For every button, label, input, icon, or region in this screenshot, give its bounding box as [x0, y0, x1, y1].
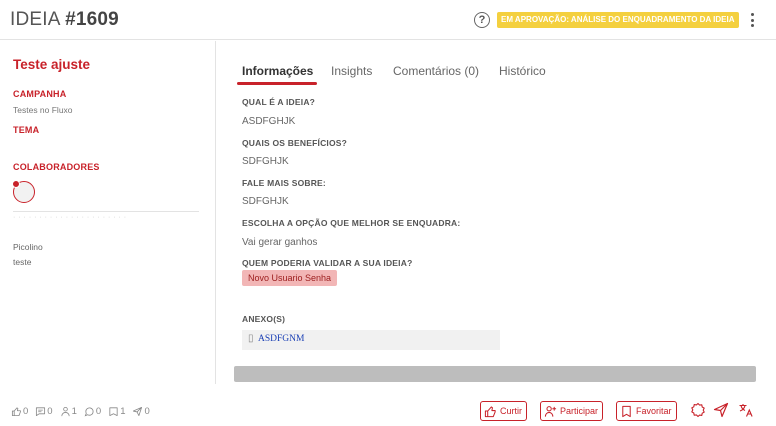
status-badge: EM APROVAÇÃO: ANÁLISE DO ENQUADRAMENTO D… [497, 12, 739, 28]
add-user-icon [544, 405, 557, 417]
favorites-stat: 1 [108, 406, 125, 417]
comment-icon [36, 406, 46, 416]
thumbs-up-icon [484, 405, 496, 417]
insight-icon [84, 406, 94, 416]
file-icon: ▯ [248, 333, 254, 344]
participants-count: 1 [71, 405, 77, 417]
faint-collaborator-text: · · · · · · · · · · · · · · · · · · · · … [13, 214, 127, 221]
like-button[interactable]: Curtir [480, 401, 527, 421]
favorite-button[interactable]: Favoritar [616, 401, 677, 421]
send-icon[interactable] [713, 402, 729, 418]
question-label: FALE MAIS SOBRE: [242, 178, 326, 188]
answer-value: SDFGHJK [242, 156, 289, 167]
help-icon[interactable]: ? [474, 12, 490, 28]
idea-sidebar: Teste ajuste CAMPANHA Testes no Fluxo TE… [0, 41, 216, 384]
attachment-item[interactable]: ▯ ASDFGNM [242, 330, 500, 350]
attachments-label: ANEXO(S) [242, 314, 286, 324]
insights-stat: 0 [84, 406, 101, 417]
question-label: QUAL É A IDEIA? [242, 97, 316, 107]
author-subtitle: teste [13, 257, 32, 267]
collaborator-avatar[interactable] [12, 180, 35, 203]
participants-stat: 1 [60, 406, 77, 417]
campaign-label: CAMPANHA [13, 89, 67, 99]
like-button-label: Curtir [500, 406, 522, 416]
participants-icon [61, 406, 70, 416]
answer-value: Vai gerar ganhos [242, 237, 318, 248]
share-icon [133, 406, 143, 416]
idea-number: #1609 [65, 9, 119, 30]
active-tab-indicator [237, 82, 317, 85]
tab-comentarios[interactable]: Comentários (0) [393, 64, 479, 78]
idea-stats: 0 0 1 0 1 0 [11, 404, 150, 418]
bookmark-icon [109, 406, 118, 416]
collaborator-badge-icon [12, 180, 20, 188]
favorite-button-label: Favoritar [636, 406, 672, 416]
thumbs-up-icon [11, 406, 21, 416]
comments-count: 0 [47, 405, 53, 417]
translate-icon[interactable] [738, 402, 754, 418]
likes-stat: 0 [11, 406, 28, 417]
idea-title-prefix: IDEIA [10, 9, 66, 30]
question-label: QUEM PODERIA VALIDAR A SUA IDEIA? [242, 258, 413, 268]
idea-title: IDEIA #1609 [10, 9, 119, 31]
comments-stat: 0 [35, 405, 53, 417]
theme-label: TEMA [13, 125, 40, 135]
attachment-link[interactable]: ASDFGNM [258, 334, 304, 344]
author-name: Picolino [13, 242, 43, 252]
shares-count: 0 [144, 405, 150, 417]
participate-button[interactable]: Participar [540, 401, 604, 421]
answer-value: ASDFGHJK [242, 116, 296, 127]
participate-button-label: Participar [560, 406, 599, 416]
question-label: ESCOLHA A OPÇÃO QUE MELHOR SE ENQUADRA: [242, 218, 461, 228]
answer-value: SDFGHJK [242, 196, 289, 207]
tab-informacoes[interactable]: Informações [242, 64, 313, 78]
tab-historico[interactable]: Histórico [499, 64, 546, 78]
idea-name: Teste ajuste [13, 57, 91, 72]
campaign-value[interactable]: Testes no Fluxo [13, 105, 73, 115]
divider [13, 211, 199, 212]
gray-bar [234, 366, 756, 382]
idea-header: IDEIA #1609 ? EM APROVAÇÃO: ANÁLISE DO E… [0, 0, 776, 40]
bookmark-icon [622, 405, 631, 417]
shares-stat: 0 [132, 405, 150, 417]
insights-count: 0 [95, 405, 102, 417]
favorites-count: 1 [120, 405, 126, 417]
collaborators-label: COLABORADORES [13, 162, 100, 172]
badge-icon[interactable] [690, 402, 706, 418]
validator-tag[interactable]: Novo Usuario Senha [242, 270, 338, 286]
more-options-icon[interactable] [746, 11, 760, 29]
question-label: QUAIS OS BENEFÍCIOS? [242, 138, 348, 148]
tab-insights[interactable]: Insights [331, 64, 372, 78]
likes-count: 0 [23, 405, 29, 417]
